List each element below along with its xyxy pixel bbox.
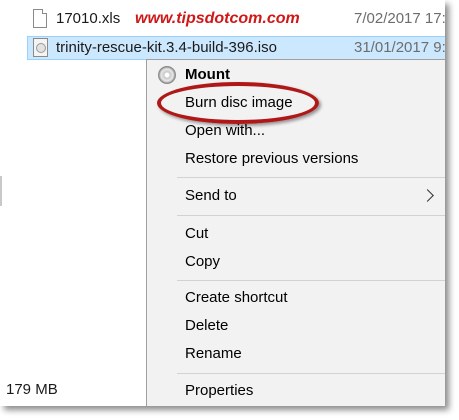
menu-item-copy[interactable]: Copy	[185, 253, 220, 270]
explorer-window: 17010.xls 7/02/2017 17: www.tipsdotcom.c…	[0, 0, 445, 406]
menu-item-properties[interactable]: Properties	[185, 382, 253, 399]
disc-image-icon	[33, 38, 48, 57]
menu-item-send-to[interactable]: Send to	[185, 187, 237, 204]
chevron-right-icon	[421, 189, 434, 202]
menu-item-mount[interactable]: Mount	[185, 66, 230, 83]
document-icon	[33, 9, 47, 28]
menu-item-rename[interactable]: Rename	[185, 345, 242, 362]
menu-item-delete[interactable]: Delete	[185, 317, 228, 334]
menu-separator	[177, 215, 445, 216]
file-name: trinity-rescue-kit.3.4-build-396.iso	[56, 39, 277, 56]
watermark-text: www.tipsdotcom.com	[135, 10, 300, 27]
file-date: 7/02/2017 17:	[354, 10, 445, 27]
menu-separator	[177, 373, 445, 374]
menu-separator	[177, 177, 445, 178]
status-size: 179 MB	[6, 381, 58, 398]
window-edge	[0, 176, 2, 206]
menu-separator	[177, 280, 445, 281]
menu-item-cut[interactable]: Cut	[185, 225, 208, 242]
annotation-ellipse	[157, 82, 319, 124]
file-date: 31/01/2017 9:	[354, 39, 445, 56]
disc-icon	[158, 66, 176, 84]
menu-item-open-with[interactable]: Open with...	[185, 122, 265, 139]
menu-item-create-shortcut[interactable]: Create shortcut	[185, 289, 288, 306]
file-row-iso-selected[interactable]: trinity-rescue-kit.3.4-build-396.iso 31/…	[27, 36, 445, 60]
menu-item-restore-previous-versions[interactable]: Restore previous versions	[185, 150, 358, 167]
file-name: 17010.xls	[56, 10, 121, 27]
